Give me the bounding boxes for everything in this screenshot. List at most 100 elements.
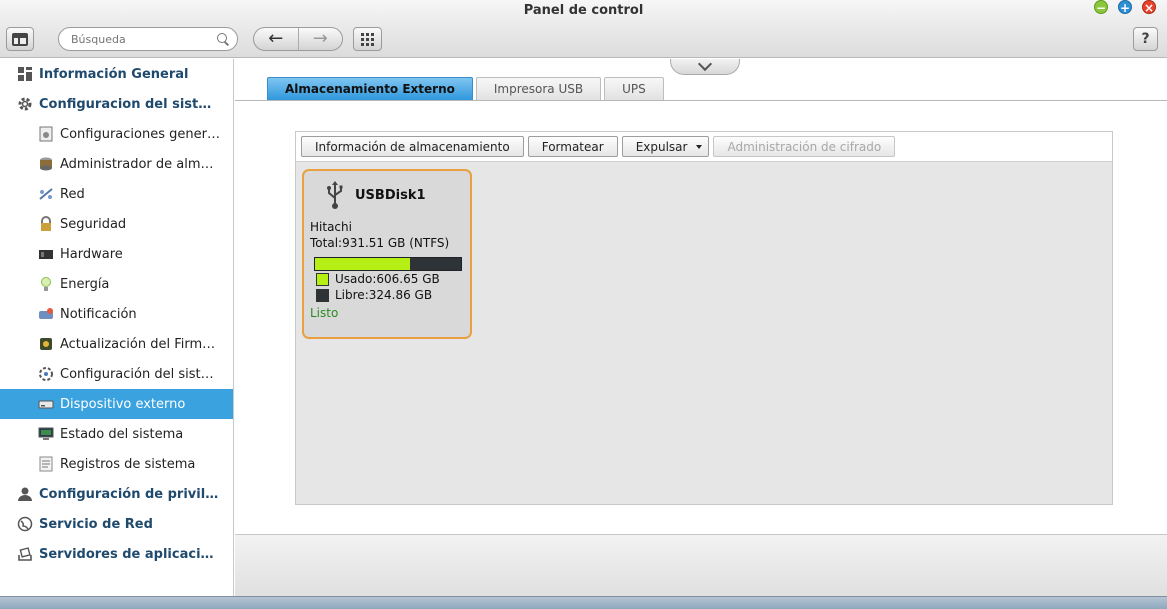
sidebar-item-red[interactable]: Red [0,179,233,209]
grid-icon [361,32,374,46]
usage-bar [314,257,462,271]
maximize-button[interactable]: + [1118,0,1132,15]
disk-status: Listo [310,306,339,320]
format-button[interactable]: Formatear [527,136,618,157]
storage-icon [38,156,54,172]
firmware-icon [38,336,54,352]
main-content: Almacenamiento Externo Impresora USB UPS… [235,56,1167,596]
sidebar-item-label: Estado del sistema [60,426,184,442]
sidebar-item-registros-sistema[interactable]: Registros de sistema [0,449,233,479]
sidebar-item-label: Configuración del sistema [60,366,220,382]
sidebar-item-administrador-almacenamiento[interactable]: Administrador de almacenamiento [0,149,233,179]
used-legend: Usado:606.65 GB [316,271,464,287]
external-drive-icon [38,396,54,412]
search-input[interactable] [71,32,211,46]
lock-icon [38,216,54,232]
sidebar-item-informacion-general[interactable]: Información General [0,59,233,89]
desktop-strip [0,596,1167,609]
sidebar-item-estado-sistema[interactable]: Estado del sistema [0,419,233,449]
storage-info-button[interactable]: Información de almacenamiento [301,136,524,157]
footer-bar [235,534,1167,596]
gear-icon [17,96,33,112]
sidebar-item-label: Red [60,186,85,202]
sidebar-layout-icon [12,32,28,46]
search-icon[interactable] [217,33,229,45]
sidebar: Información General Configuracion del si… [0,59,234,596]
log-icon [38,456,54,472]
tab-divider [235,100,1167,101]
sidebar-item-label: Administrador de almacenamiento [60,156,220,172]
eject-dropdown-button[interactable]: Expulsar [621,136,710,157]
disk-name: USBDisk1 [355,187,426,203]
sidebar-item-configuraciones-generales[interactable]: Configuraciones generales [0,119,233,149]
tab-almacenamiento-externo[interactable]: Almacenamiento Externo [267,77,473,100]
notification-icon [38,306,54,322]
sidebar-item-label: Configuración de privilegios [39,486,219,502]
sidebar-item-actualizacion-firmware[interactable]: Actualización del Firmware [0,329,233,359]
window-title: Panel de control [523,3,644,18]
monitor-icon [38,426,54,442]
sidebar-item-dispositivo-externo[interactable]: Dispositivo externo [0,389,233,419]
sidebar-item-configuracion-privilegios[interactable]: Configuración de privilegios [0,479,233,509]
dropdown-arrow-icon [696,144,703,149]
globe-icon [17,516,33,532]
help-button[interactable]: ? [1133,27,1158,51]
forward-button[interactable]: → [297,28,343,50]
sidebar-item-label: Energía [60,276,110,292]
sidebar-item-label: Configuracion del sistema [39,96,219,112]
lightbulb-icon [38,276,54,292]
sidebar-item-configuracion-del-sistema[interactable]: Configuración del sistema [0,359,233,389]
collapse-toggle[interactable] [670,56,740,75]
usage-bar-fill [315,258,411,270]
tab-ups[interactable]: UPS [604,77,664,100]
disk-header: USBDisk1 [310,179,464,211]
disk-total: Total:931.51 GB (NTFS) [310,236,450,250]
disk-vendor: Hitachi [310,220,352,234]
sidebar-item-label: Registros de sistema [60,456,196,472]
backup-icon [38,366,54,382]
sidebar-item-seguridad[interactable]: Seguridad [0,209,233,239]
sidebar-item-energia[interactable]: Energía [0,269,233,299]
user-icon [17,486,33,502]
eject-label: Expulsar [635,139,688,154]
tab-impresora-usb[interactable]: Impresora USB [475,77,602,100]
sidebar-item-label: Información General [39,66,189,82]
sidebar-item-label: Hardware [60,246,123,262]
back-button[interactable]: ← [254,28,298,50]
free-legend: Libre:324.86 GB [316,287,464,303]
settings-icon [38,126,54,142]
minimize-button[interactable]: − [1094,0,1108,15]
tab-bar: Almacenamiento Externo Impresora USB UPS [267,77,667,100]
free-label: Libre:324.86 GB [335,288,433,302]
disk-card[interactable]: USBDisk1 Hitachi Total:931.51 GB (NTFS) … [302,169,472,339]
app-grid-button[interactable] [353,27,382,51]
title-toolbar: Panel de control − + × ← → ? [0,0,1167,58]
sidebar-item-label: Notificación [60,306,137,322]
sidebar-item-label: Servicio de Red [39,516,153,532]
sidebar-item-notificacion[interactable]: Notificación [0,299,233,329]
free-swatch [316,288,329,302]
sidebar-item-label: Dispositivo externo [60,396,186,412]
encryption-management-button[interactable]: Administración de cifrado [713,136,896,157]
usb-icon [327,181,343,209]
hardware-icon [38,246,54,262]
sidebar-item-servidores-aplicaciones[interactable]: Servidores de aplicaciones [0,539,233,569]
sidebar-item-label: Actualización del Firmware [60,336,220,352]
app-server-icon [17,546,33,562]
sidebar-item-label: Seguridad [60,216,127,232]
sidebar-toggle-button[interactable] [6,27,34,51]
chevron-down-icon [697,56,713,72]
sidebar-item-configuracion-sistema[interactable]: Configuracion del sistema [0,89,233,119]
used-label: Usado:606.65 GB [335,272,440,286]
search-box[interactable] [58,27,238,51]
panel-toolbar: Información de almacenamiento Formatear … [296,132,1112,162]
used-swatch [316,272,329,286]
network-icon [38,186,54,202]
sidebar-item-hardware[interactable]: Hardware [0,239,233,269]
sidebar-item-label: Configuraciones generales [60,126,220,142]
sidebar-item-label: Servidores de aplicaciones [39,546,219,562]
external-storage-panel: Información de almacenamiento Formatear … [295,131,1113,505]
close-button[interactable]: × [1142,0,1156,15]
sidebar-item-servicio-red[interactable]: Servicio de Red [0,509,233,539]
history-nav: ← → [253,27,343,51]
